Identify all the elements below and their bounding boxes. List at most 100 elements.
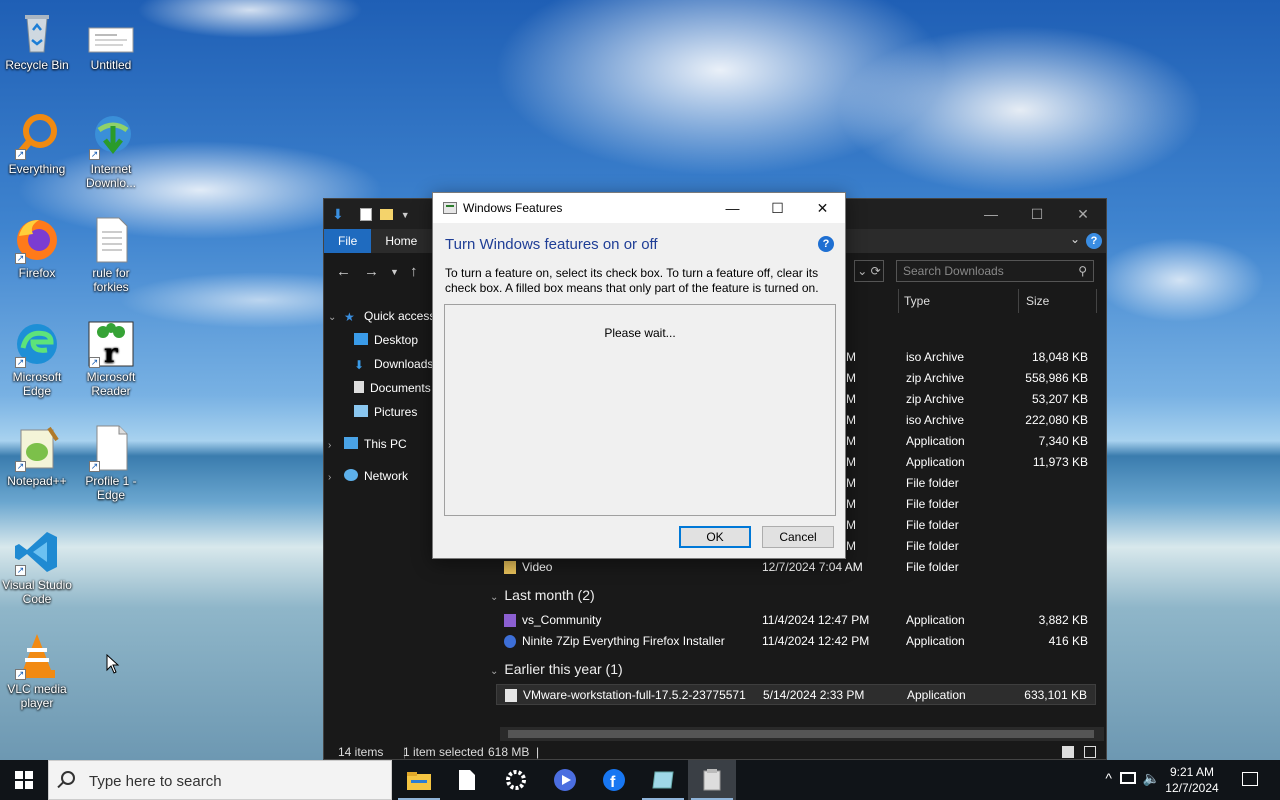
taskbar-notepad[interactable] [443,760,491,800]
horizontal-scrollbar[interactable] [500,727,1104,741]
scrollbar-thumb[interactable] [508,730,1094,738]
volume-muted-icon[interactable]: 🔈 [1143,770,1160,787]
network-icon [344,469,358,481]
taskbar-search-box[interactable]: Type here to search [48,760,392,800]
close-button[interactable]: ✕ [1060,199,1106,229]
column-header-size[interactable]: Size [1026,294,1049,308]
application-file-icon [505,689,517,702]
search-icon [61,771,75,785]
nav-label: This PC [364,437,407,451]
back-arrow-icon[interactable]: ← [336,263,351,280]
column-separator [1018,289,1019,313]
blank-file-icon: ↗ [87,424,135,472]
large-icons-view-icon[interactable] [1084,746,1096,758]
dialog-window-controls: — ☐ ✕ [710,193,845,223]
row-name: Video [522,560,553,574]
desktop-icon-label: rule for forkies [92,266,130,294]
desktop-icon-microsoft-reader[interactable]: r ↗ Microsoft Reader [74,320,148,398]
expanded-chevron-icon: ⌄ [328,312,337,323]
maximize-button[interactable]: ☐ [755,193,800,223]
minimize-button[interactable]: — [710,193,755,223]
refresh-button[interactable]: ⌄ ⟳ [854,260,884,282]
column-separator [1096,289,1097,313]
help-icon[interactable]: ? [1086,233,1102,249]
search-downloads-input[interactable]: Search Downloads ⚲ [896,260,1094,282]
cancel-button[interactable]: Cancel [762,526,834,548]
row-date: M [846,413,856,427]
system-clock[interactable]: 9:21 AM 12/7/2024 [1162,764,1222,796]
taskbar-facebook[interactable]: f [590,760,638,800]
group-header-earlier-this-year[interactable]: ⌄ Earlier this year (1) [490,658,623,680]
file-explorer-icon [407,772,431,790]
desktop-icon-everything[interactable]: ↗ Everything [0,112,74,176]
open-app-icon [703,769,721,791]
close-button[interactable]: ✕ [800,193,845,223]
start-button[interactable] [0,760,48,800]
taskbar-file-explorer[interactable] [395,760,443,800]
nav-label: Desktop [374,333,419,347]
show-hidden-icons-chevron-icon[interactable]: ^ [1105,770,1112,786]
taskbar-open-app[interactable] [688,760,736,800]
desktop-icon-label: Firefox [18,266,56,280]
table-row-ninite[interactable]: Ninite 7Zip Everything Firefox Installer… [496,631,1096,652]
group-header-last-month[interactable]: ⌄ Last month (2) [490,584,595,606]
ok-button[interactable]: OK [679,526,751,548]
windows-logo-icon [15,771,33,789]
desktop-icon-microsoft-edge[interactable]: ↗ Microsoft Edge [0,320,74,398]
up-arrow-icon[interactable]: ↑ [410,263,418,280]
desktop-icon-notepadpp[interactable]: ↗ Notepad++ [0,424,74,488]
table-row-video[interactable]: Video 12/7/2024 7:04 AM File folder [496,557,1096,578]
desktop-icon-rule-for-forkies[interactable]: rule for forkies [74,216,148,294]
desktop-icon-firefox[interactable]: ↗ Firefox [0,216,74,280]
download-arrow-icon[interactable]: ⬇ [332,206,344,223]
pictures-folder-icon [354,405,368,417]
table-row-vs-community[interactable]: vs_Community 11/4/2024 12:47 PM Applicat… [496,610,1096,631]
row-size: 7,340 KB [1038,434,1088,448]
new-folder-icon[interactable] [379,209,393,220]
row-size: 633,101 KB [1024,688,1087,702]
explorer-window-controls: — ☐ ✕ [968,199,1106,229]
loading-text: Please wait... [604,326,676,340]
tab-home[interactable]: Home [371,229,431,253]
row-date: M [846,497,856,511]
desktop-icon-untitled[interactable]: Untitled [74,8,148,72]
shortcut-arrow-icon: ↗ [15,253,26,264]
everything-search-icon: ↗ [13,112,61,160]
shortcut-arrow-icon: ↗ [15,565,26,576]
column-header-type[interactable]: Type [904,294,930,308]
desktop-icon-recycle-bin[interactable]: Recycle Bin [0,8,74,72]
details-view-icon[interactable] [1062,746,1074,758]
row-type: File folder [906,560,959,574]
column-headers: Type Size [898,289,1098,313]
desktop-icon-internet-download-manager[interactable]: ↗ Internet Downlo... [74,112,148,190]
row-type: Application [907,688,966,702]
vscode-icon: ↗ [13,528,61,576]
notification-center-icon[interactable] [1242,772,1258,786]
minimize-button[interactable]: — [968,199,1014,229]
desktop-icon-label: Untitled [90,58,132,72]
shortcut-arrow-icon: ↗ [89,461,100,472]
taskbar-media-player[interactable] [541,760,589,800]
tab-file[interactable]: File [324,229,372,253]
desktop-icon-vlc[interactable]: ↗ VLC media player [0,632,74,710]
dialog-title-bar: Windows Features — ☐ ✕ [433,193,845,223]
desktop-icon-visual-studio-code[interactable]: ↗ Visual Studio Code [0,528,74,606]
shortcut-arrow-icon: ↗ [15,669,26,680]
chevron-down-icon[interactable]: ▼ [401,210,410,220]
properties-icon[interactable] [359,208,372,221]
nav-label: Documents [370,381,431,395]
ribbon-expand-icon[interactable]: ⌄ [1070,232,1080,246]
help-icon[interactable]: ? [818,236,834,252]
taskbar-settings[interactable] [492,760,540,800]
row-date: M [846,518,856,532]
forward-arrow-icon[interactable]: → [364,263,379,280]
desktop-icon-profile-edge[interactable]: ↗ Profile 1 - Edge [74,424,148,502]
network-status-icon[interactable] [1120,772,1136,784]
features-list[interactable]: Please wait... [444,304,836,516]
maximize-button[interactable]: ☐ [1014,199,1060,229]
recent-locations-chevron-icon[interactable]: ▼ [390,267,399,277]
text-file-icon [87,216,135,264]
table-row-vmware-selected[interactable]: VMware-workstation-full-17.5.2-23775571 … [496,684,1096,705]
taskbar-windows-features[interactable] [639,760,687,800]
recycle-bin-icon [13,8,61,56]
